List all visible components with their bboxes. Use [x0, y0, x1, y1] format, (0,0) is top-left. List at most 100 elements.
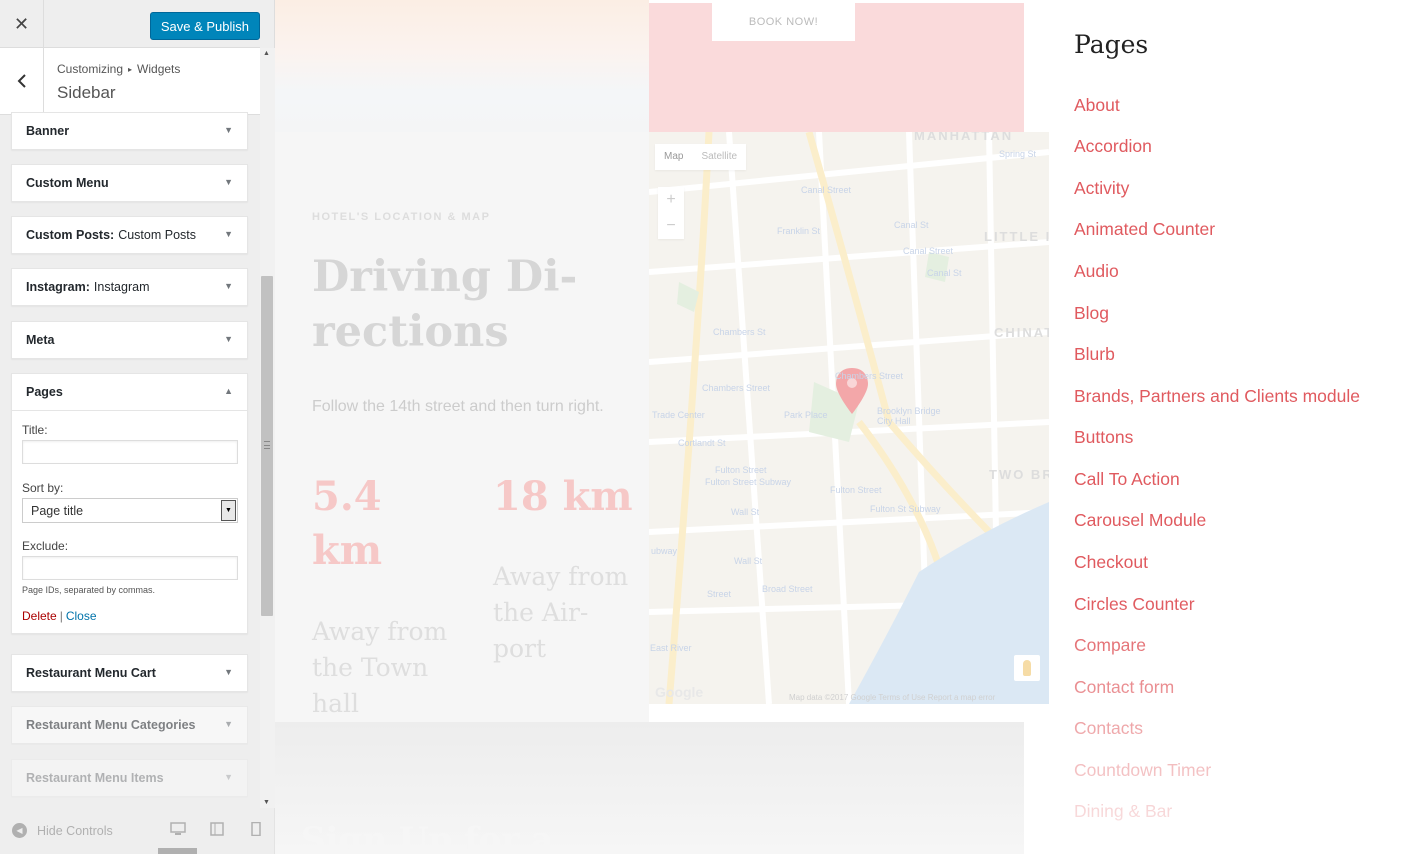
- page-link[interactable]: Activity: [1074, 178, 1129, 199]
- map-street-label: Fulton St Subway: [870, 504, 941, 514]
- widget-toggle[interactable]: Instagram: Instagram ▼: [12, 269, 247, 305]
- map-tab-map[interactable]: Map: [655, 144, 692, 170]
- page-link[interactable]: Countdown Timer: [1074, 760, 1211, 781]
- widget-title: Custom Posts:: [26, 228, 115, 242]
- close-icon[interactable]: ✕: [0, 0, 44, 48]
- map-street-label: Fulton Street Subway: [705, 477, 792, 487]
- scroll-thumb[interactable]: [261, 276, 273, 616]
- hero-image-fragment: [275, 0, 649, 132]
- widget-title: Meta: [26, 333, 55, 347]
- zoom-out-icon[interactable]: −: [658, 213, 684, 239]
- stat-value: 5.4 km: [312, 473, 383, 574]
- hide-controls-button[interactable]: ◀ Hide Controls: [12, 823, 113, 838]
- page-link[interactable]: Animated Counter: [1074, 219, 1215, 240]
- map-area-label: LITTLE I: [984, 229, 1049, 244]
- map-street-label: Wall St: [734, 556, 763, 566]
- widget-title: Banner: [26, 124, 70, 138]
- scroll-up-arrow-icon[interactable]: ▲: [263, 50, 270, 57]
- page-link[interactable]: Brands, Partners and Clients module: [1074, 386, 1360, 407]
- stat-label: Away from the Air- port: [493, 562, 629, 663]
- widget-toggle[interactable]: Restaurant Menu Categories ▼: [12, 707, 247, 743]
- tablet-preview-icon[interactable]: [209, 822, 225, 841]
- action-separator: |: [59, 609, 63, 623]
- book-now-button[interactable]: BOOK NOW!: [712, 3, 855, 41]
- page-link[interactable]: Circles Counter: [1074, 594, 1195, 615]
- widget-title: Restaurant Menu Cart: [26, 666, 156, 680]
- caret-down-icon: ▼: [224, 334, 233, 344]
- caret-down-icon: ▼: [224, 719, 233, 729]
- widget-instagram: Instagram: Instagram ▼: [11, 268, 248, 306]
- breadcrumb-separator: ▸: [128, 65, 133, 74]
- page-link[interactable]: Blog: [1074, 303, 1109, 324]
- title-input[interactable]: [22, 440, 238, 464]
- page-link[interactable]: Blurb: [1074, 344, 1115, 365]
- page-link[interactable]: Dining & Bar: [1074, 801, 1172, 822]
- page-link[interactable]: Buttons: [1074, 427, 1133, 448]
- page-link[interactable]: Checkout: [1074, 552, 1148, 573]
- mobile-preview-icon[interactable]: [248, 821, 264, 841]
- map-street-label: Cortlandt St: [678, 438, 726, 448]
- map-area-label: CHINAT: [994, 325, 1049, 340]
- caret-down-icon: ▼: [224, 125, 233, 135]
- scroll-down-arrow-icon[interactable]: ▼: [263, 799, 270, 806]
- map-street-label: Fulton Street: [715, 465, 767, 475]
- sort-by-value: Page title: [31, 503, 84, 518]
- page-link[interactable]: Compare: [1074, 635, 1146, 656]
- page-link[interactable]: Audio: [1074, 261, 1119, 282]
- active-device-indicator: [158, 848, 197, 854]
- exclude-hint: Page IDs, separated by commas.: [22, 585, 156, 595]
- map-street-label: ubway: [651, 546, 678, 556]
- section-title: Sidebar: [57, 83, 116, 102]
- zoom-in-icon[interactable]: +: [658, 187, 684, 213]
- page-link[interactable]: Call To Action: [1074, 469, 1180, 490]
- desktop-preview-icon[interactable]: [170, 822, 186, 841]
- map-street-label: Fulton Street: [830, 485, 882, 495]
- breadcrumb-current: Widgets: [137, 62, 181, 76]
- widget-restaurant-menu-items: Restaurant Menu Items ▼: [11, 759, 248, 797]
- sort-by-select[interactable]: Page title ▼: [22, 498, 238, 523]
- caret-down-icon: ▼: [224, 772, 233, 782]
- map-street-label: Canal Street: [903, 246, 954, 256]
- page-link[interactable]: Contacts: [1074, 718, 1143, 739]
- map-street-label: Chambers Street: [835, 371, 904, 381]
- map-attribution[interactable]: Map data ©2017 Google Terms of Use Repor…: [789, 693, 995, 702]
- page-link[interactable]: Accordion: [1074, 136, 1152, 157]
- panel-scrollbar[interactable]: ▲ ▼: [260, 48, 275, 808]
- page-link[interactable]: Contact form: [1074, 677, 1174, 698]
- widget-restaurant-menu-categories: Restaurant Menu Categories ▼: [11, 706, 248, 744]
- caret-down-icon: ▼: [224, 177, 233, 187]
- widget-toggle[interactable]: Restaurant Menu Items ▼: [12, 760, 247, 796]
- save-publish-button[interactable]: Save & Publish: [149, 12, 260, 40]
- section-header: Customizing ▸ Widgets Sidebar: [0, 48, 260, 115]
- page-link[interactable]: About: [1074, 95, 1120, 116]
- widget-form: Title: Sort by: Page title ▼ Exclude: Pa…: [12, 410, 247, 633]
- map-street-label: Canal St: [894, 220, 929, 230]
- widget-title: Restaurant Menu Categories: [26, 718, 196, 732]
- exclude-input[interactable]: [22, 556, 238, 580]
- close-link[interactable]: Close: [66, 609, 97, 623]
- delete-link[interactable]: Delete: [22, 609, 57, 623]
- map-street-label: Park Place: [784, 410, 828, 420]
- select-arrow-icon[interactable]: ▼: [221, 500, 236, 521]
- street-view-pegman-icon[interactable]: [1014, 655, 1040, 681]
- widget-subtitle: Custom Posts: [118, 228, 197, 242]
- widget-meta: Meta ▼: [11, 321, 248, 359]
- widget-toggle[interactable]: Banner ▼: [12, 113, 247, 149]
- customizer-header: ✕ Save & Publish: [0, 0, 260, 48]
- exclude-label: Exclude:: [22, 539, 69, 553]
- widget-toggle[interactable]: Restaurant Menu Cart ▼: [12, 655, 247, 691]
- customizer-footer: ◀ Hide Controls: [0, 808, 275, 854]
- page-link[interactable]: Carousel Module: [1074, 510, 1206, 531]
- widget-toggle[interactable]: Custom Menu ▼: [12, 165, 247, 201]
- section-text: Follow the 14th street and then turn rig…: [312, 398, 604, 415]
- widget-toggle[interactable]: Custom Posts: Custom Posts ▼: [12, 217, 247, 253]
- map-street-label: Spring St: [999, 149, 1037, 159]
- widget-subtitle: Instagram: [93, 280, 150, 294]
- back-icon[interactable]: [0, 48, 44, 114]
- pages-widget-title: Pages: [1074, 30, 1149, 59]
- stat-label: Away from the Town hall: [312, 617, 448, 718]
- map-tab-satellite[interactable]: Satellite: [692, 144, 746, 170]
- location-map[interactable]: Map Satellite + − MANHATTAN LITTLE I CHI…: [649, 132, 1049, 704]
- widget-toggle[interactable]: Meta ▼: [12, 322, 247, 358]
- widget-toggle[interactable]: Pages ▲: [12, 374, 247, 410]
